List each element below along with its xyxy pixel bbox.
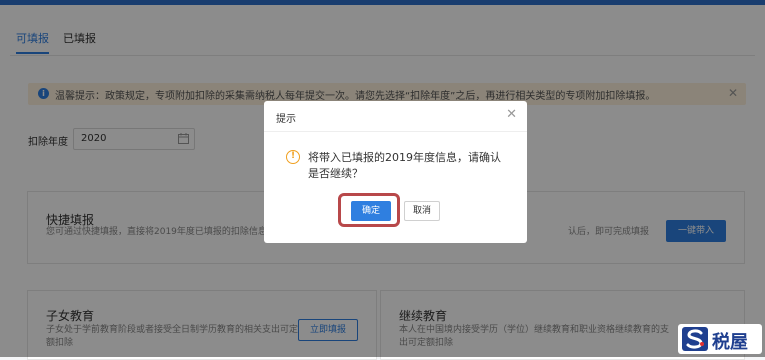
cancel-button[interactable]: 取消: [404, 201, 440, 221]
watermark: 税屋: [678, 324, 762, 354]
shuiwu-logo: [682, 327, 708, 351]
warning-icon: !: [286, 150, 300, 164]
dialog-message: 将带入已填报的2019年度信息，请确认是否继续？: [308, 151, 501, 180]
dialog-header: 提示 ✕: [264, 101, 527, 132]
watermark-text: 税屋: [712, 332, 748, 353]
close-icon[interactable]: ✕: [506, 107, 517, 122]
dialog-title: 提示: [276, 114, 296, 125]
confirm-highlight-box: [338, 193, 400, 227]
